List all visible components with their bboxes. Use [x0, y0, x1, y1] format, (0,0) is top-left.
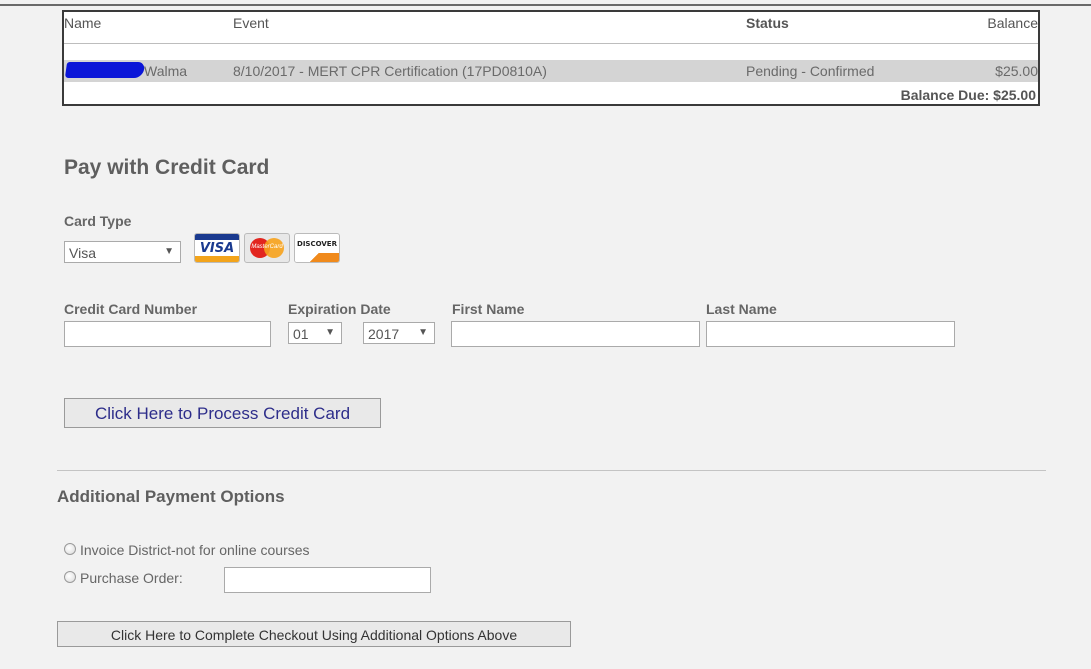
dropdown-arrow-icon: ▼	[164, 246, 174, 257]
row-event: 8/10/2017 - MERT CPR Certification (17PD…	[233, 63, 547, 79]
expiration-date-label: Expiration Date	[288, 301, 391, 317]
exp-month-select[interactable]: 01 ▼	[288, 322, 342, 344]
table-row: Walma 8/10/2017 - MERT CPR Certification…	[64, 60, 1038, 82]
card-type-label: Card Type	[64, 213, 132, 229]
purchase-order-label: Purchase Order:	[80, 570, 183, 586]
visa-logo-text: VISA	[199, 241, 235, 256]
invoice-district-radio[interactable]	[64, 543, 76, 555]
discover-logo-text: DISCOVER	[297, 240, 337, 248]
mastercard-logo-text: MasterCard	[251, 244, 283, 250]
purchase-order-radio[interactable]	[64, 571, 76, 583]
redaction-mark	[64, 62, 146, 78]
discover-logo: DISCOVER	[294, 233, 340, 263]
balance-due: Balance Due: $25.00	[900, 87, 1036, 103]
complete-checkout-button[interactable]: Click Here to Complete Checkout Using Ad…	[57, 621, 571, 647]
registration-table: Name Event Status Balance Walma 8/10/201…	[62, 10, 1040, 106]
card-type-select[interactable]: Visa ▼	[64, 241, 181, 263]
column-header-event: Event	[233, 15, 269, 31]
row-balance: $25.00	[995, 63, 1038, 79]
process-credit-card-button[interactable]: Click Here to Process Credit Card	[64, 398, 381, 428]
exp-month-value: 01	[293, 326, 309, 342]
dropdown-arrow-icon: ▼	[418, 327, 428, 338]
column-header-status: Status	[746, 15, 789, 31]
card-type-value: Visa	[69, 245, 96, 261]
pay-with-credit-card-title: Pay with Credit Card	[64, 156, 270, 179]
first-name-input[interactable]	[451, 321, 700, 347]
row-name: Walma	[144, 63, 188, 79]
exp-year-value: 2017	[368, 326, 400, 342]
exp-year-select[interactable]: 2017 ▼	[363, 322, 435, 344]
header-divider	[64, 43, 1038, 44]
last-name-label: Last Name	[706, 301, 777, 317]
card-number-input[interactable]	[64, 321, 271, 347]
additional-payment-options-title: Additional Payment Options	[57, 487, 285, 506]
invoice-district-label: Invoice District-not for online courses	[80, 542, 310, 558]
last-name-input[interactable]	[706, 321, 955, 347]
top-rule	[0, 4, 1091, 6]
row-status: Pending - Confirmed	[746, 63, 875, 79]
dropdown-arrow-icon: ▼	[325, 327, 335, 338]
first-name-label: First Name	[452, 301, 525, 317]
purchase-order-input[interactable]	[224, 567, 431, 593]
card-number-label: Credit Card Number	[64, 301, 198, 317]
section-divider	[57, 470, 1046, 471]
column-header-name: Name	[64, 15, 102, 31]
visa-logo: VISA	[194, 233, 240, 263]
column-header-balance: Balance	[987, 15, 1038, 31]
mastercard-logo: MasterCard	[244, 233, 290, 263]
